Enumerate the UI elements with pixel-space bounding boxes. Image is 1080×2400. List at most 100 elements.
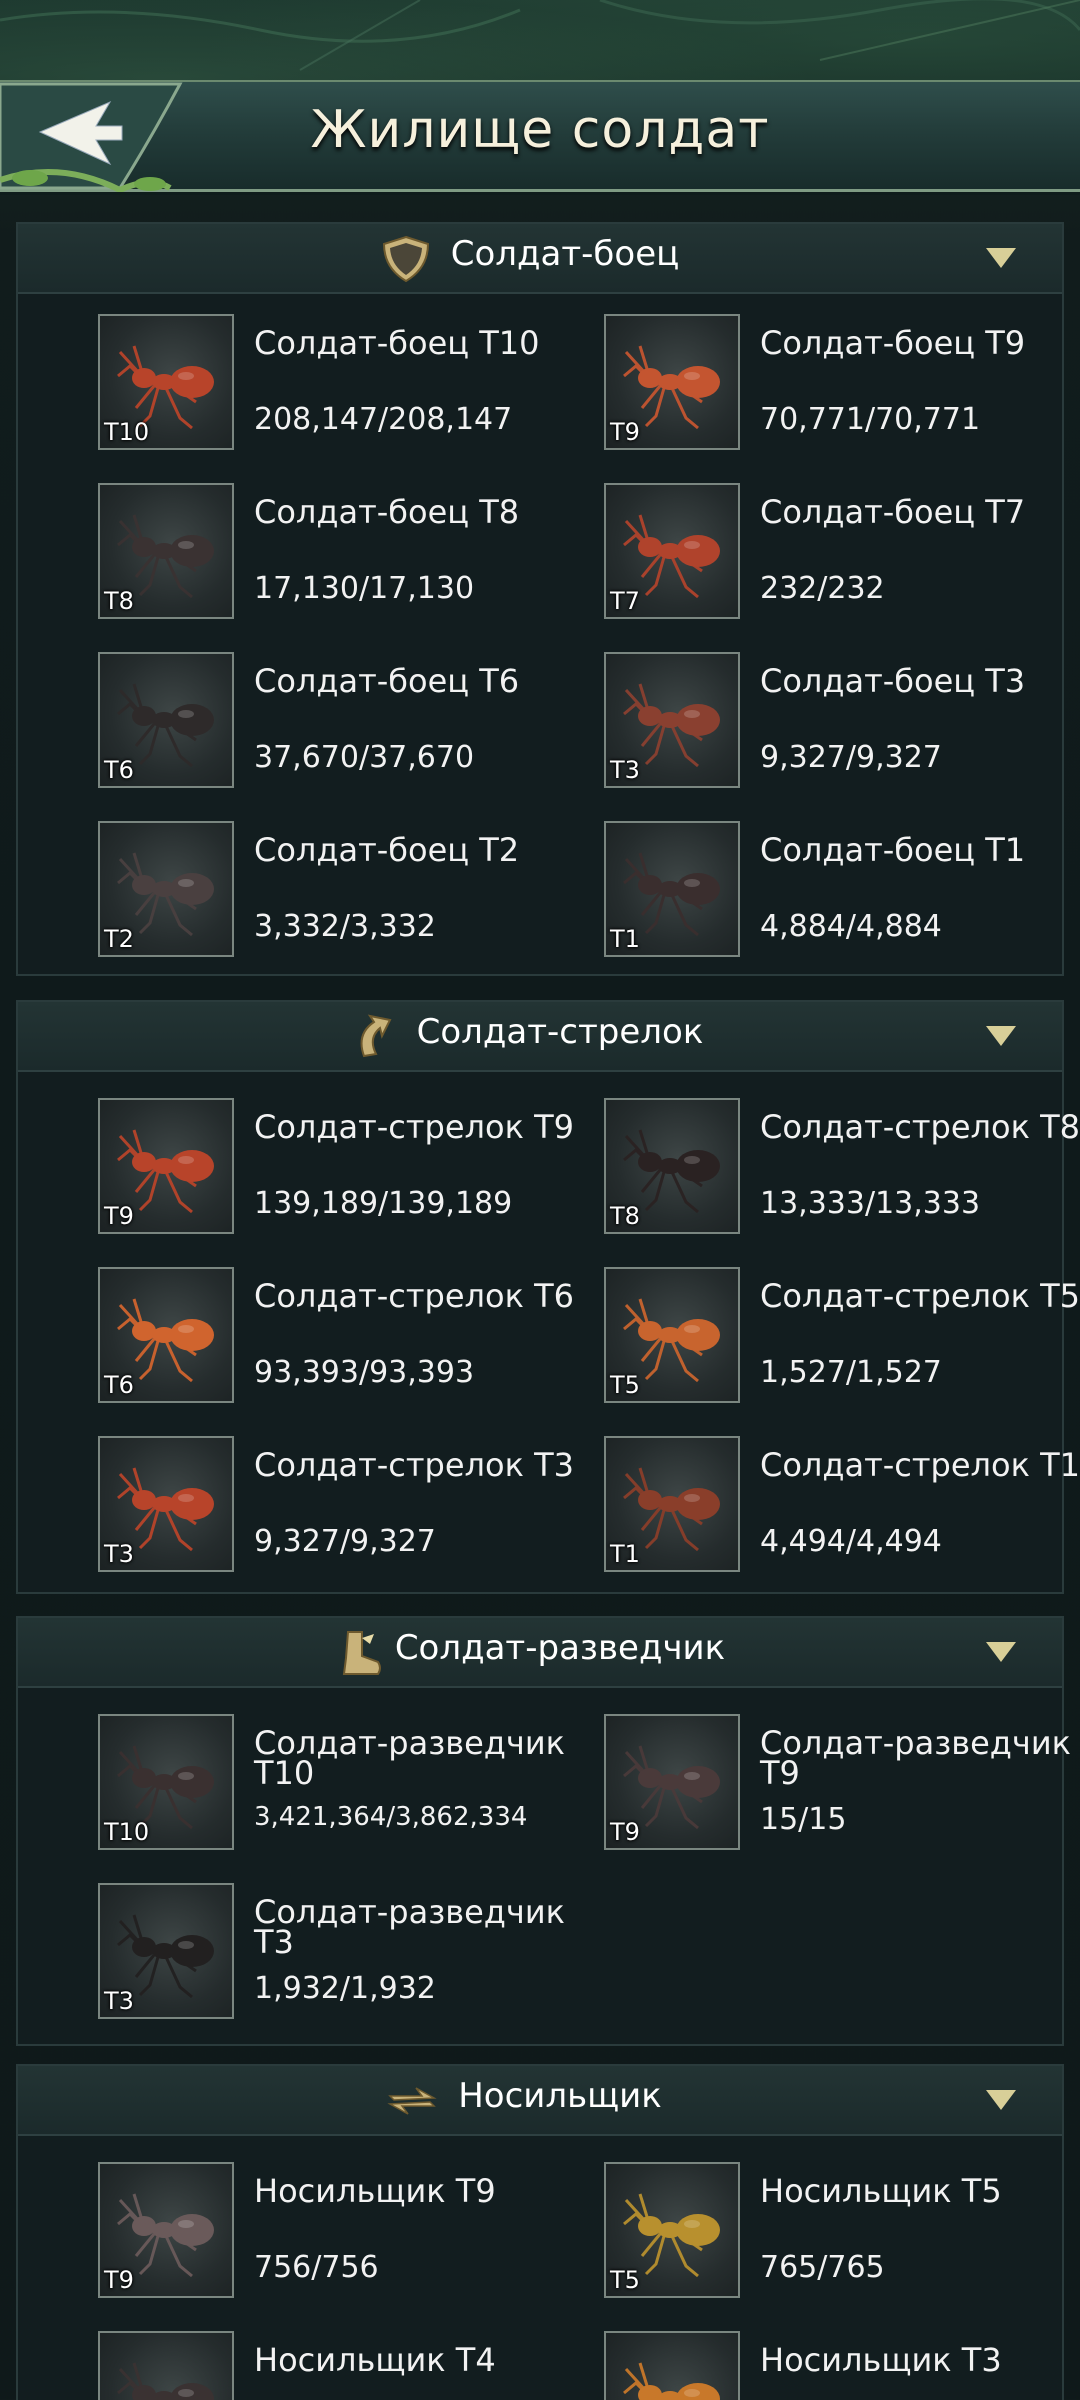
unit-count: 9,327/9,327	[254, 1524, 436, 1559]
unit-thumbnail[interactable]: T6	[98, 1267, 234, 1403]
unit-count: 70,771/70,771	[760, 402, 981, 437]
unit-count: 13,333/13,333	[760, 1186, 981, 1221]
unit-thumbnail[interactable]: T3	[98, 1883, 234, 2019]
unit-thumbnail[interactable]: T5	[604, 2162, 740, 2298]
unit-name: Солдат-боец T9	[760, 324, 1026, 362]
unit-card[interactable]: T9 Солдат-боец T9 70,771/70,771	[604, 314, 1080, 454]
unit-count: 1,527/1,527	[760, 1355, 942, 1390]
unit-name: Солдат-стрелок T5	[760, 1277, 1080, 1315]
unit-card[interactable]: T2 Солдат-боец T2 3,332/3,332	[98, 821, 578, 961]
unit-count: 9,327/9,327	[760, 740, 942, 775]
tier-badge: T6	[104, 756, 134, 784]
section-header[interactable]: Носильщик	[18, 2066, 1062, 2136]
unit-thumbnail[interactable]: T8	[98, 483, 234, 619]
unit-name: Солдат-стрелок T8	[760, 1108, 1080, 1146]
unit-name: Солдат-боец T3	[760, 662, 1026, 700]
unit-thumbnail[interactable]: T3	[98, 1436, 234, 1572]
tier-badge: T7	[610, 587, 640, 615]
unit-count: 139,189/139,189	[254, 1186, 513, 1221]
unit-count: 765/765	[760, 2250, 885, 2285]
unit-card[interactable]: T3 Солдат-разведчик T3 1,932/1,932	[98, 1883, 578, 2023]
section-soldat-boets: Солдат-боец T10 Солдат-боец T10 208,147/20…	[16, 222, 1064, 976]
unit-count: 4,494/4,494	[760, 1524, 942, 1559]
unit-card[interactable]: T9 Носильщик T9 756/756	[98, 2162, 578, 2302]
unit-card[interactable]: T10 Солдат-разведчик T10 3,421,364/3,862,3…	[98, 1714, 578, 1854]
unit-card[interactable]: T6 Солдат-стрелок T6 93,393/93,393	[98, 1267, 578, 1407]
unit-thumbnail[interactable]: T9	[604, 1714, 740, 1850]
section-header[interactable]: Солдат-разведчик	[18, 1618, 1062, 1688]
unit-card[interactable]: T5 Солдат-стрелок T5 1,527/1,527	[604, 1267, 1080, 1407]
unit-card[interactable]: Носильщик T4	[98, 2331, 578, 2400]
unit-count: 3,421,364/3,862,334	[254, 1802, 528, 1832]
unit-thumbnail[interactable]: T1	[604, 1436, 740, 1572]
unit-count: 17,130/17,130	[254, 571, 475, 606]
unit-card[interactable]: T9 Солдат-разведчик T9 15/15	[604, 1714, 1080, 1854]
unit-thumbnail[interactable]: T9	[98, 2162, 234, 2298]
chevron-down-icon[interactable]	[984, 1640, 1018, 1664]
unit-card[interactable]: T7 Солдат-боец T7 232/232	[604, 483, 1080, 623]
unit-thumbnail[interactable]: T8	[604, 1098, 740, 1234]
unit-name: Солдат-стрелок T6	[254, 1277, 574, 1315]
unit-card[interactable]: T1 Солдат-стрелок T1 4,494/4,494	[604, 1436, 1080, 1576]
unit-card[interactable]: T6 Солдат-боец T6 37,670/37,670	[98, 652, 578, 792]
unit-count: 756/756	[254, 2250, 379, 2285]
unit-card[interactable]: T3 Солдат-боец T3 9,327/9,327	[604, 652, 1080, 792]
unit-card[interactable]: T8 Солдат-боец T8 17,130/17,130	[98, 483, 578, 623]
unit-thumbnail[interactable]	[98, 2331, 234, 2400]
unit-count: 15/15	[760, 1802, 847, 1837]
unit-thumbnail[interactable]: T6	[98, 652, 234, 788]
ant-image	[117, 2362, 214, 2400]
unit-thumbnail[interactable]: T2	[98, 821, 234, 957]
unit-card[interactable]: T3 Солдат-стрелок T3 9,327/9,327	[98, 1436, 578, 1576]
tier-badge: T1	[610, 925, 640, 953]
page-title: Жилище солдат	[310, 100, 770, 160]
unit-name: Солдат-боец T10	[254, 324, 540, 362]
unit-thumbnail[interactable]: T10	[98, 1714, 234, 1850]
tier-badge: T2	[104, 925, 134, 953]
unit-card[interactable]: T9 Солдат-стрелок T9 139,189/139,189	[98, 1098, 578, 1238]
chevron-down-icon[interactable]	[984, 246, 1018, 270]
unit-count: 93,393/93,393	[254, 1355, 475, 1390]
tier-badge: T3	[104, 1540, 134, 1568]
unit-card[interactable]: T5 Носильщик T5 765/765	[604, 2162, 1080, 2302]
tier-badge: T6	[104, 1371, 134, 1399]
unit-name: Носильщик T5	[760, 2172, 1002, 2210]
unit-thumbnail[interactable]: T9	[604, 314, 740, 450]
unit-card[interactable]: T10 Солдат-боец T10 208,147/208,147	[98, 314, 578, 454]
unit-name: Носильщик T4	[254, 2341, 496, 2379]
unit-count: 4,884/4,884	[760, 909, 942, 944]
unit-thumbnail[interactable]	[604, 2331, 740, 2400]
unit-name: Солдат-стрелок T9	[254, 1108, 574, 1146]
section-title: Носильщик	[458, 2076, 662, 2116]
section-title: Солдат-стрелок	[416, 1012, 704, 1052]
unit-thumbnail[interactable]: T5	[604, 1267, 740, 1403]
unit-thumbnail[interactable]: T9	[98, 1098, 234, 1234]
unit-card[interactable]: T1 Солдат-боец T1 4,884/4,884	[604, 821, 1080, 961]
section-title: Солдат-разведчик	[394, 1628, 726, 1668]
unit-card[interactable]: T8 Солдат-стрелок T8 13,333/13,333	[604, 1098, 1080, 1238]
section-title: Солдат-боец	[450, 234, 680, 274]
section-header[interactable]: Солдат-стрелок	[18, 1002, 1062, 1072]
unit-count: 1,932/1,932	[254, 1971, 436, 2006]
tier-badge: T1	[610, 1540, 640, 1568]
tier-badge: T3	[610, 756, 640, 784]
chevron-down-icon[interactable]	[984, 1024, 1018, 1048]
unit-name: Солдат-боец T7	[760, 493, 1026, 531]
unit-thumbnail[interactable]: T10	[98, 314, 234, 450]
section-soldat-strelok: Солдат-стрелок T9 Солдат-стрелок T9 139,18…	[16, 1000, 1080, 1594]
unit-thumbnail[interactable]: T7	[604, 483, 740, 619]
unit-name: Солдат-боец T2	[254, 831, 520, 869]
unit-card[interactable]: Носильщик T3	[604, 2331, 1080, 2400]
unit-thumbnail[interactable]: T1	[604, 821, 740, 957]
unit-name: Носильщик T3	[760, 2341, 1002, 2379]
unit-thumbnail[interactable]: T3	[604, 652, 740, 788]
unit-count: 37,670/37,670	[254, 740, 475, 775]
unit-name: Солдат-разведчик T10	[254, 1724, 565, 1792]
chevron-down-icon[interactable]	[984, 2088, 1018, 2112]
ant-image	[623, 2362, 720, 2400]
tier-badge: T3	[104, 1987, 134, 2015]
section-header[interactable]: Солдат-боец	[18, 224, 1062, 294]
unit-name: Солдат-разведчик T3	[254, 1893, 565, 1961]
unit-name: Солдат-боец T1	[760, 831, 1026, 869]
tier-badge: T9	[610, 418, 640, 446]
